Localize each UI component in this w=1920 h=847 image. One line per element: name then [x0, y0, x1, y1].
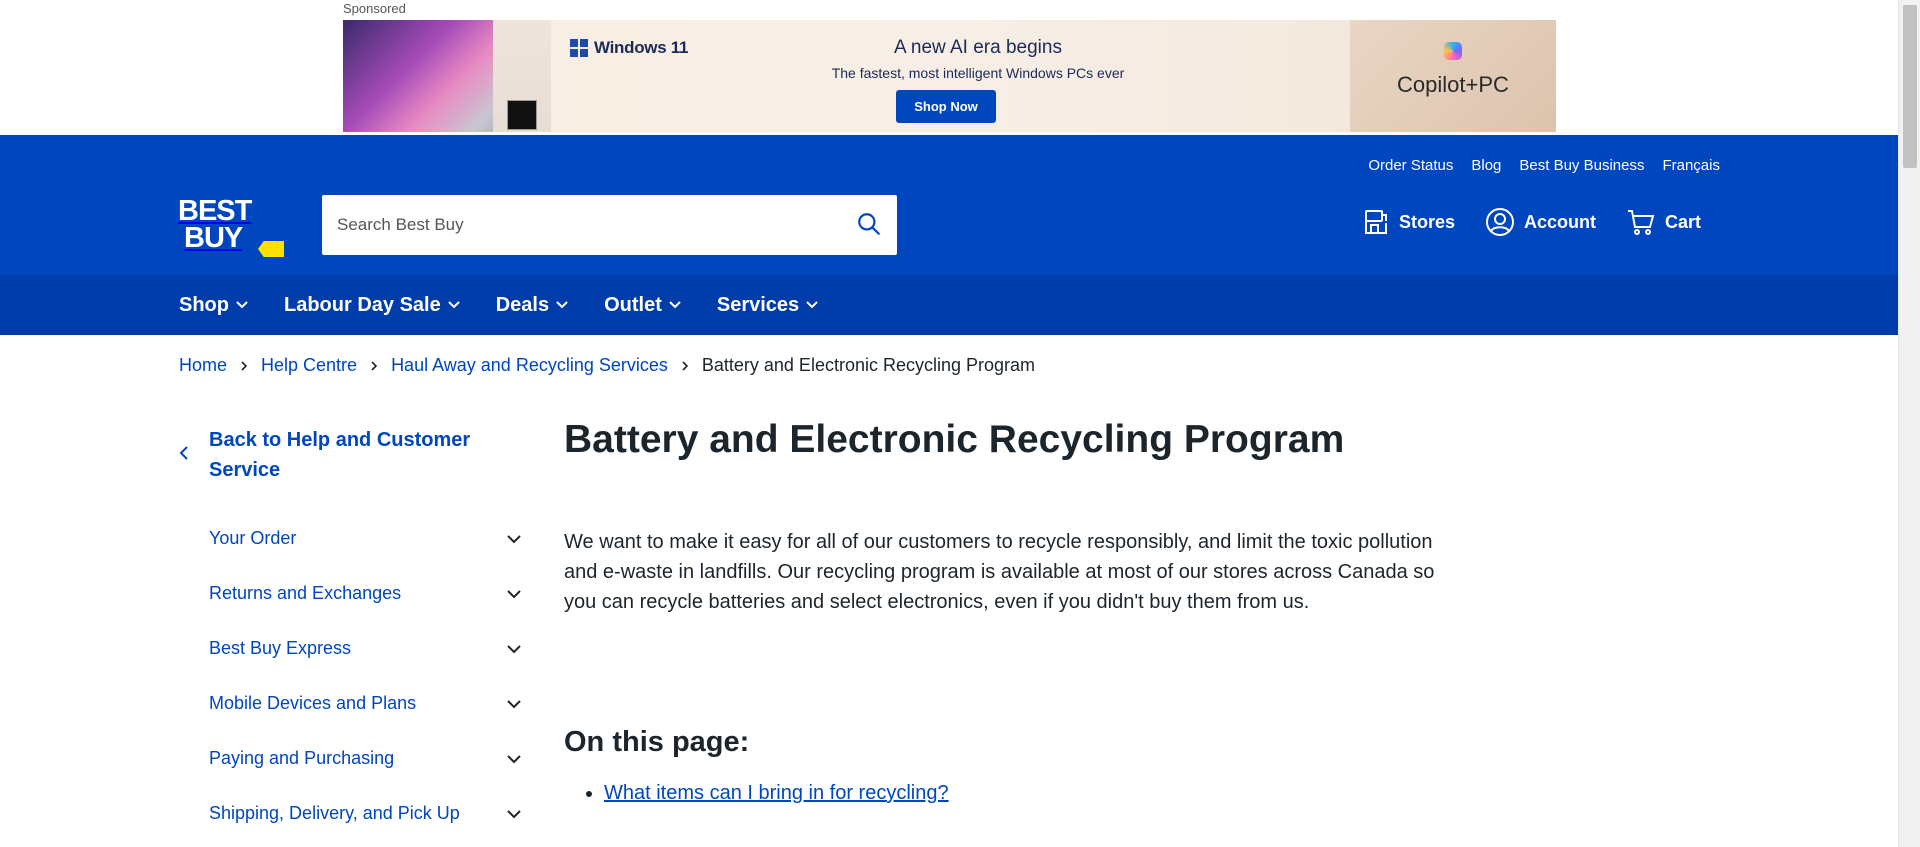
breadcrumb-current: Battery and Electronic Recycling Program [701, 355, 1036, 375]
intro-paragraph: We want to make it easy for all of our c… [564, 531, 1435, 613]
ad-brand: Windows 11 [594, 38, 689, 57]
back-to-help-link[interactable]: Back to Help and Customer Service [179, 425, 524, 485]
chevron-right-icon [239, 360, 249, 372]
list-item: What items can I bring in for recycling? [604, 778, 1464, 808]
header-actions: Stores Account Cart [1362, 207, 1701, 237]
breadcrumb: Home Help Centre Haul Away and Recycling… [179, 355, 1035, 376]
chevron-down-icon [448, 301, 460, 309]
breadcrumb-home[interactable]: Home [179, 355, 227, 376]
order-status-link[interactable]: Order Status [1368, 157, 1453, 174]
cart-label: Cart [1665, 211, 1702, 232]
scrollbar-thumb[interactable] [1903, 5, 1917, 168]
chevron-down-icon[interactable] [504, 529, 524, 549]
nav-deals-label: Deals [495, 293, 550, 316]
chevron-left-icon [179, 446, 188, 460]
main-content: Battery and Electronic Recycling Program… [564, 415, 1464, 808]
stores-button[interactable]: Stores [1362, 208, 1455, 236]
ad-zone: Sponsored Windows 11 A new AI era begins… [0, 0, 1898, 135]
nav-shop[interactable]: Shop [179, 294, 249, 317]
sidebar-item-shipping[interactable]: Shipping, Delivery, and Pick Up [179, 786, 524, 841]
blog-link[interactable]: Blog [1471, 157, 1501, 174]
copilot-icon [1444, 42, 1462, 60]
page-scrollbar[interactable] [1898, 0, 1920, 847]
sidebar-item-label: Best Buy Express [209, 638, 352, 658]
account-icon [1486, 208, 1515, 236]
on-this-page-list: What items can I bring in for recycling? [564, 778, 1464, 808]
sidebar-item-label: Returns and Exchanges [209, 583, 402, 603]
sidebar-item-label: Mobile Devices and Plans [209, 693, 417, 713]
on-this-page-heading: On this page: [564, 726, 750, 758]
ad-copilot-panel: Copilot+PC [1350, 20, 1556, 132]
chevron-down-icon [556, 301, 568, 309]
processor-badge-icon [507, 100, 537, 130]
chevron-down-icon [806, 301, 818, 309]
sponsored-label: Sponsored [343, 1, 406, 16]
chevron-down-icon [236, 301, 248, 309]
search-bar [322, 195, 897, 255]
sidebar-item-your-order[interactable]: Your Order [179, 511, 524, 566]
sidebar-item-express[interactable]: Best Buy Express [179, 621, 524, 676]
main-nav: Shop Labour Day Sale Deals Outlet Servic… [0, 275, 1898, 335]
nav-shop-label: Shop [179, 293, 229, 316]
chevron-down-icon[interactable] [504, 584, 524, 604]
cart-button[interactable]: Cart [1626, 207, 1701, 237]
sidebar-item-mobile[interactable]: Mobile Devices and Plans [179, 676, 524, 731]
best-buy-business-link[interactable]: Best Buy Business [1519, 157, 1644, 174]
nav-services[interactable]: Services [717, 294, 819, 317]
ad-banner[interactable]: Windows 11 A new AI era begins The faste… [343, 20, 1556, 132]
toc-link-recycling-items[interactable]: What items can I bring in for recycling? [604, 782, 949, 804]
back-to-help-label: Back to Help and Customer Service [209, 429, 471, 481]
page-title: Battery and Electronic Recycling Program [564, 418, 1345, 461]
chevron-down-icon[interactable] [504, 804, 524, 824]
best-buy-logo[interactable]: BEST BUY [178, 195, 286, 260]
chevron-down-icon [669, 301, 681, 309]
chevron-right-icon [369, 360, 379, 372]
cart-icon [1628, 210, 1655, 235]
ad-headline: A new AI era begins [894, 37, 1062, 58]
chevron-down-icon[interactable] [504, 639, 524, 659]
chevron-down-icon[interactable] [504, 694, 524, 714]
site-header: Order Status Blog Best Buy Business Fran… [0, 135, 1898, 275]
ad-laptop-image [343, 20, 551, 132]
ad-shop-now-button[interactable]: Shop Now [896, 90, 996, 123]
nav-outlet[interactable]: Outlet [604, 294, 682, 317]
logo-line-1: BEST [178, 195, 252, 227]
help-sidebar: Back to Help and Customer Service Your O… [179, 425, 524, 841]
nav-outlet-label: Outlet [604, 293, 662, 316]
account-label: Account [1524, 211, 1597, 232]
account-button[interactable]: Account [1485, 207, 1596, 237]
francais-link[interactable]: Français [1662, 157, 1720, 174]
sidebar-item-label: Shipping, Delivery, and Pick Up [209, 803, 460, 823]
windows-logo-icon [570, 39, 588, 57]
sidebar-list: Your Order Returns and Exchanges Best Bu… [179, 511, 524, 841]
nav-labour-day-sale-label: Labour Day Sale [284, 293, 441, 316]
store-icon [1365, 210, 1387, 234]
chevron-down-icon[interactable] [504, 749, 524, 769]
sidebar-item-label: Paying and Purchasing [209, 748, 395, 768]
sidebar-item-paying[interactable]: Paying and Purchasing [179, 731, 524, 786]
chevron-right-icon [680, 360, 690, 372]
sidebar-item-returns[interactable]: Returns and Exchanges [179, 566, 524, 621]
nav-services-label: Services [716, 293, 800, 316]
search-icon [858, 212, 880, 235]
search-input[interactable] [322, 195, 832, 255]
nav-deals[interactable]: Deals [496, 294, 569, 317]
breadcrumb-help-centre[interactable]: Help Centre [261, 355, 357, 376]
ad-subline: The fastest, most intelligent Windows PC… [831, 65, 1125, 81]
utility-links: Order Status Blog Best Buy Business Fran… [1368, 157, 1720, 174]
stores-label: Stores [1399, 211, 1456, 232]
page: Sponsored Windows 11 A new AI era begins… [0, 0, 1920, 847]
nav-labour-day-sale[interactable]: Labour Day Sale [284, 294, 461, 317]
breadcrumb-haul-away[interactable]: Haul Away and Recycling Services [391, 355, 668, 376]
ad-copilot-text: Copilot+PC [1397, 72, 1509, 97]
search-button[interactable] [849, 205, 889, 245]
sidebar-item-label: Your Order [209, 528, 297, 548]
